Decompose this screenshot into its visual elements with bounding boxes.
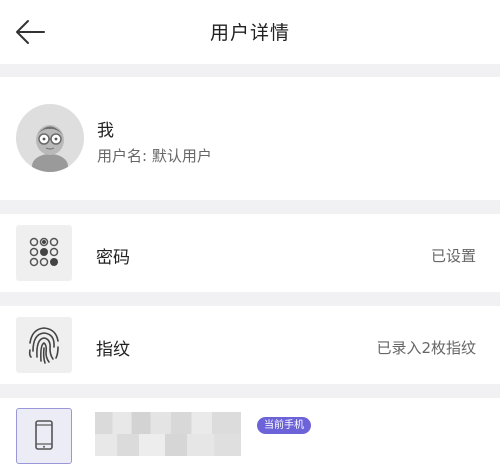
avatar [16, 104, 84, 172]
profile-username: 用户名: 默认用户 [97, 147, 212, 165]
profile-card[interactable]: 我 用户名: 默认用户 [0, 77, 500, 200]
fingerprint-row[interactable]: 指纹 已录入2枚指纹 [0, 306, 500, 384]
fingerprint-label: 指纹 [96, 340, 130, 360]
password-row[interactable]: 密码 已设置 [0, 214, 500, 292]
password-status: 已设置 [430, 247, 476, 265]
device-icon-box [16, 408, 72, 464]
profile-name: 我 [97, 121, 114, 141]
phone-icon [35, 420, 53, 450]
device-row[interactable]: 当前手机 [0, 398, 500, 474]
password-icon-box [16, 225, 72, 281]
fingerprint-status: 已录入2枚指纹 [376, 339, 476, 357]
user-avatar-icon [32, 125, 68, 172]
device-name-redacted [95, 412, 241, 456]
keypad-icon [29, 237, 59, 267]
password-label: 密码 [96, 248, 130, 268]
current-device-badge: 当前手机 [257, 417, 311, 434]
fingerprint-icon [28, 327, 59, 364]
fingerprint-icon-box [16, 317, 72, 373]
page-title: 用户详情 [209, 22, 290, 44]
app-header: 用户详情 [0, 0, 500, 64]
